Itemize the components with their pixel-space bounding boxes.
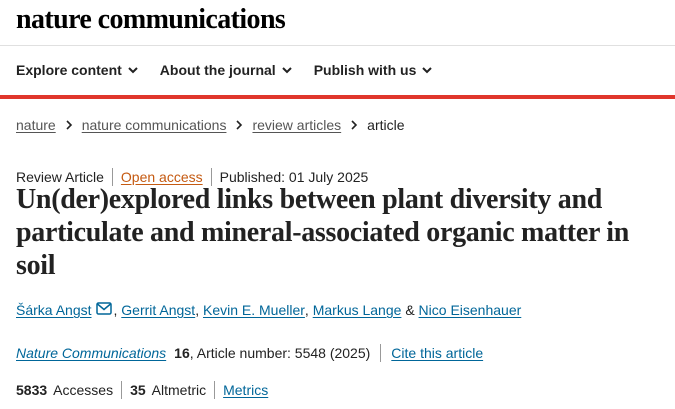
- author-link[interactable]: Kevin E. Mueller: [203, 302, 305, 318]
- header-divider: [0, 45, 675, 46]
- chevron-down-icon: [128, 66, 138, 73]
- breadcrumb: nature nature communications review arti…: [16, 117, 405, 133]
- breadcrumb-link-nature-communications[interactable]: nature communications: [82, 117, 227, 133]
- chevron-down-icon: [422, 66, 433, 73]
- accesses-count: 5833: [16, 382, 48, 398]
- accesses-label: Accesses: [53, 382, 114, 398]
- journal-link[interactable]: Nature Communications: [16, 345, 166, 361]
- site-logo[interactable]: nature communications: [16, 4, 286, 36]
- author-link[interactable]: Šárka Angst: [16, 302, 92, 318]
- breadcrumb-link-nature[interactable]: nature: [16, 117, 56, 133]
- metrics-divider: [214, 381, 216, 399]
- altmetric-label: Altmetric: [151, 382, 207, 398]
- author-separator: ,: [195, 302, 200, 318]
- citation-line: Nature Communications 16 , Article numbe…: [16, 344, 483, 362]
- author-separator: ,: [113, 302, 118, 318]
- author-list: Šárka Angst , Gerrit Angst , Kevin E. Mu…: [16, 302, 521, 318]
- altmetric-count: 35: [130, 382, 146, 398]
- main-nav: Explore content About the journal Publis…: [16, 62, 433, 78]
- chevron-right-icon: [351, 120, 358, 130]
- accent-bar: [0, 95, 675, 99]
- nav-about-the-journal-label: About the journal: [159, 62, 276, 78]
- mail-icon[interactable]: [95, 302, 112, 318]
- author-ampersand: &: [405, 302, 415, 318]
- nav-publish-with-us-label: Publish with us: [313, 62, 417, 78]
- author-link[interactable]: Nico Eisenhauer: [419, 302, 522, 318]
- article-number: , Article number: 5548 (2025): [189, 345, 371, 361]
- chevron-right-icon: [66, 120, 73, 130]
- nav-explore-content-label: Explore content: [16, 62, 122, 78]
- citation-divider: [380, 344, 382, 362]
- metrics-link[interactable]: Metrics: [223, 382, 268, 398]
- chevron-down-icon: [281, 66, 292, 73]
- metrics-divider: [121, 381, 123, 399]
- nav-about-the-journal[interactable]: About the journal: [160, 62, 292, 78]
- author-link[interactable]: Markus Lange: [313, 302, 402, 318]
- chevron-right-icon: [236, 120, 243, 130]
- breadcrumb-link-review-articles[interactable]: review articles: [252, 117, 341, 133]
- breadcrumb-current: article: [367, 117, 405, 133]
- nav-publish-with-us[interactable]: Publish with us: [314, 62, 433, 78]
- author-link[interactable]: Gerrit Angst: [121, 302, 195, 318]
- article-metrics: 5833 Accesses 35 Altmetric Metrics: [16, 381, 268, 399]
- nav-explore-content[interactable]: Explore content: [16, 62, 138, 78]
- volume-number: 16: [174, 345, 190, 361]
- cite-this-article-link[interactable]: Cite this article: [391, 345, 483, 361]
- author-separator: ,: [304, 302, 309, 318]
- article-title: Un(der)explored links between plant dive…: [16, 184, 630, 281]
